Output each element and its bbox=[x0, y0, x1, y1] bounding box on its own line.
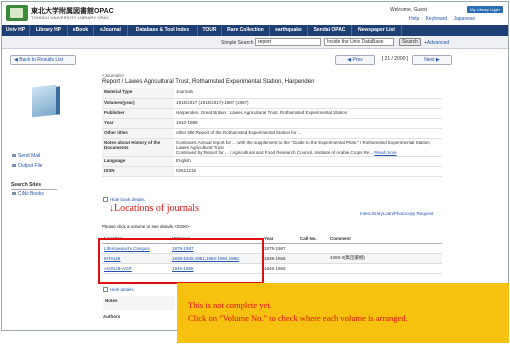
meta-key: ISSN bbox=[102, 166, 174, 177]
nav-database-tool-index[interactable]: Database & Tool Index bbox=[128, 25, 198, 36]
meta-value: 02621215 bbox=[174, 166, 442, 177]
col-call-no: Call No. bbox=[298, 234, 328, 244]
meta-row: Year 1910-1988 bbox=[102, 118, 442, 129]
output-file-link[interactable]: Output File bbox=[12, 163, 42, 169]
search-bar: Simple Search report Inside the Univ Dat… bbox=[2, 36, 508, 49]
send-mail-link[interactable]: Send Mail bbox=[12, 153, 40, 159]
opac-window: 東北大学附属図書館OPAC TOHOKU UNIVERSITY LIBRARY … bbox=[1, 1, 509, 331]
nav-ebook[interactable]: eBook bbox=[68, 25, 94, 36]
nav-rare-collection[interactable]: Rare Collection bbox=[222, 25, 270, 36]
nav-ejournal[interactable]: eJournal bbox=[94, 25, 128, 36]
holding-comment bbox=[328, 243, 442, 254]
locations-annotation: ↓Locations of journals bbox=[109, 203, 199, 214]
meta-row: Other titles other title:Report of the Ro… bbox=[102, 128, 442, 139]
search-input[interactable]: report bbox=[255, 38, 321, 46]
nav-sendai-opac[interactable]: Sendai OPAC bbox=[308, 25, 352, 36]
prev-label: Prev bbox=[352, 57, 363, 63]
hide-details-link[interactable]: Hide details. bbox=[103, 287, 135, 292]
back-label: Back to Results List bbox=[19, 57, 64, 63]
interlibrary-loan-link[interactable]: InterLibraryLoan/Photocopy Request bbox=[360, 211, 433, 216]
my-library-button[interactable]: My Library Login bbox=[467, 6, 503, 13]
volume-prompt: Please click a volume to see details.<02… bbox=[102, 224, 190, 229]
authors-label: Authors bbox=[103, 314, 121, 319]
holding-call-no bbox=[298, 253, 328, 264]
search-sites-heading: Search Sites bbox=[11, 182, 57, 190]
meta-row: Volumes(year) 1915/1917 (1915/1917)-1987 … bbox=[102, 98, 442, 109]
record-type: <Journals> bbox=[102, 73, 125, 78]
holding-year: 1939-1966 bbox=[262, 253, 298, 264]
cinii-books-link[interactable]: CiNii Books bbox=[12, 191, 44, 197]
notes-label: Notes bbox=[103, 296, 175, 310]
journal-cover-icon bbox=[32, 84, 56, 118]
prev-button[interactable]: ◀ Prev bbox=[335, 55, 375, 65]
record-position: [ 21 / 2000 ] bbox=[381, 56, 409, 62]
holding-call-no bbox=[298, 243, 328, 254]
library-logo-icon[interactable] bbox=[6, 5, 28, 21]
nav-earthquake[interactable]: earthquake bbox=[270, 25, 308, 36]
meta-row: Notes about History of the Documents Cont… bbox=[102, 138, 442, 157]
next-label: Next bbox=[424, 57, 435, 63]
meta-value: Continues:Annual report for ... with the… bbox=[174, 138, 442, 157]
record-title: Report / Lawes Agricultural Trust, Rotha… bbox=[102, 79, 315, 85]
meta-value: 1915/1917 (1915/1917)-1987 (1987) bbox=[174, 98, 442, 109]
nav-univ-hp[interactable]: Univ HP bbox=[2, 25, 30, 36]
holding-year: 1879-1987 bbox=[262, 243, 298, 254]
meta-value: English bbox=[174, 156, 442, 167]
main-nav: Univ HP Library HP eBook eJournal Databa… bbox=[2, 25, 508, 36]
meta-value: other title:Report of the Rothamsted Exp… bbox=[174, 128, 442, 139]
meta-row: ISSN 02621215 bbox=[102, 166, 442, 177]
col-comment: Comment bbox=[328, 234, 442, 244]
search-button[interactable]: Search bbox=[399, 38, 421, 46]
search-scope-select[interactable]: Inside the Univ DataBase bbox=[324, 38, 394, 46]
meta-value: Harpenden, Great Britain : Lawes Agricul… bbox=[174, 108, 442, 119]
meta-key: Notes about History of the Documents bbox=[102, 138, 174, 157]
search-label: Simple Search bbox=[221, 40, 254, 46]
notes-history-line1: Continues:Annual report for ... with the… bbox=[176, 139, 431, 150]
meta-key: Year bbox=[102, 118, 174, 129]
meta-key: Publisher bbox=[102, 108, 174, 119]
read-more-link[interactable]: Read more bbox=[374, 150, 396, 155]
nav-tour[interactable]: TOUR bbox=[198, 25, 222, 36]
meta-value: 1910-1988 bbox=[174, 118, 442, 129]
meta-row: Material Type Journals bbox=[102, 88, 442, 99]
nav-newspaper-list[interactable]: Newspaper List bbox=[352, 25, 402, 36]
meta-row: Language English bbox=[102, 156, 442, 167]
notes-history-line2: Continued by:Report for ... / Agricultur… bbox=[176, 150, 440, 155]
welcome-text: Welcome, Guest bbox=[390, 7, 427, 13]
back-to-results-button[interactable]: ◀ Back to Results List bbox=[10, 55, 76, 65]
header: 東北大学附属図書館OPAC TOHOKU UNIVERSITY LIBRARY … bbox=[2, 2, 508, 25]
help-link[interactable]: Help bbox=[409, 16, 419, 22]
meta-key: Language bbox=[102, 156, 174, 167]
meta-key: Volumes(year) bbox=[102, 98, 174, 109]
col-year: Year bbox=[262, 234, 298, 244]
callout-line-2: Click on "Volume No." to check where eac… bbox=[188, 313, 408, 323]
holding-year: 1946-1966 bbox=[262, 263, 298, 274]
notes-history-line2-text: Continued by:Report for ... / Agricultur… bbox=[176, 149, 374, 155]
top-links: Help Keyboard Japanese bbox=[404, 16, 475, 22]
meta-value: Journals bbox=[174, 88, 442, 99]
meta-row: Publisher Harpenden, Great Britain : Lawe… bbox=[102, 108, 442, 119]
notes-label-text: Notes bbox=[105, 298, 118, 303]
next-button[interactable]: Next ▶ bbox=[412, 55, 452, 65]
nav-library-hp[interactable]: Library HP bbox=[30, 25, 68, 36]
record-metadata-table: Material Type Journals Volumes(year) 1915/… bbox=[102, 88, 442, 177]
holding-call-no bbox=[298, 263, 328, 274]
hide-book-details-link[interactable]: Hide book details. bbox=[103, 197, 146, 202]
locations-highlight-box bbox=[98, 238, 264, 284]
logo-subtitle: TOHOKU UNIVERSITY LIBRARY OPAC bbox=[31, 15, 110, 20]
advanced-search-link[interactable]: +Advanced bbox=[424, 40, 449, 46]
keyboard-link[interactable]: Keyboard bbox=[426, 16, 447, 22]
meta-key: Other titles bbox=[102, 128, 174, 139]
meta-key: Material Type bbox=[102, 88, 174, 99]
callout-line-1: This is not complete yet. bbox=[188, 300, 272, 310]
holding-comment: 4369-3(集団書棚) bbox=[328, 253, 442, 264]
japanese-link[interactable]: Japanese bbox=[453, 16, 475, 22]
holding-comment bbox=[328, 263, 442, 274]
